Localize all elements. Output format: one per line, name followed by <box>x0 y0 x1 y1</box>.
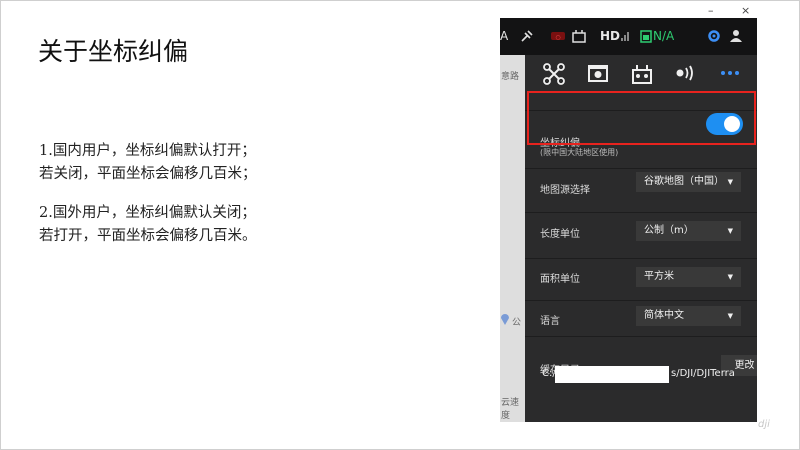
watermark-logo: dji <box>758 419 770 430</box>
cache-path-prefix: C:/ <box>542 368 556 379</box>
toggle-knob <box>724 116 740 132</box>
chevron-down-icon: ▼ <box>727 273 733 281</box>
chevron-down-icon: ▼ <box>727 312 733 320</box>
battery-status: N/A <box>653 29 675 43</box>
slide-title: 关于坐标纠偏 <box>38 37 189 66</box>
redaction-mask <box>555 366 669 383</box>
map-poi-label: 公 <box>512 318 522 328</box>
satellite-icon <box>520 29 534 46</box>
setting-row-length-unit: 长度单位 公制（m） ▼ <box>525 212 757 259</box>
length-unit-label: 长度单位 <box>540 229 580 240</box>
note-line: 若打开，平面坐标会偏移几百米。 <box>39 228 257 244</box>
area-unit-select[interactable]: 平方米 ▼ <box>636 267 741 287</box>
status-bar: A ○ HD N/A <box>500 18 757 55</box>
coord-correction-toggle[interactable] <box>706 113 743 135</box>
coord-correction-sublabel: (限中国大陆地区使用) <box>540 148 619 157</box>
slide-notes: 1.国内用户，坐标纠偏默认打开； 若关闭，平面坐标会偏移几百米； 2.国外用户，… <box>39 140 257 248</box>
battery-icon <box>639 29 653 46</box>
chevron-down-icon: ▼ <box>727 178 733 186</box>
close-icon[interactable]: × <box>741 4 750 17</box>
remote-controller-icon <box>572 29 586 46</box>
map-source-select[interactable]: 谷歌地图（中国） ▼ <box>636 172 741 192</box>
transmission-signal-icon[interactable] <box>673 63 699 87</box>
person-icon[interactable] <box>729 29 743 46</box>
map-bottom-label: 云速度 <box>501 398 520 421</box>
note-line: 若关闭，平面坐标会偏移几百米； <box>39 166 257 182</box>
gear-icon[interactable] <box>707 29 721 46</box>
setting-row-map-source: 地图源选择 谷歌地图（中国） ▼ <box>525 168 757 213</box>
remote-controller-icon[interactable] <box>629 63 655 87</box>
area-unit-label: 面积单位 <box>540 274 580 285</box>
map-view[interactable]: 意路 公 云速度 <box>500 55 525 422</box>
note-line: 1.国内用户，坐标纠偏默认打开； <box>39 143 256 159</box>
svg-text:○: ○ <box>555 34 560 41</box>
app-screenshot: A ○ HD N/A 意路 公 云速度 坐标纠偏 (限中国大陆地区使用) 地图源… <box>500 18 757 422</box>
camera-icon[interactable] <box>585 63 611 87</box>
settings-tabbar <box>525 55 757 95</box>
cache-path-suffix: s/DJI/DJITerra <box>671 368 735 379</box>
setting-row-area-unit: 面积单位 平方米 ▼ <box>525 258 757 301</box>
setting-row-language: 语言 简体中文 ▼ <box>525 300 757 337</box>
status-fragment: A <box>500 29 509 43</box>
area-unit-value: 平方米 <box>644 271 674 282</box>
drone-icon[interactable] <box>541 63 567 87</box>
map-road-label: 意路 <box>501 72 520 82</box>
language-select[interactable]: 简体中文 ▼ <box>636 306 741 326</box>
length-unit-value: 公制（m） <box>644 225 694 236</box>
signal-bars-icon <box>621 29 631 44</box>
no-gps-icon: ○ <box>550 29 566 46</box>
chevron-down-icon: ▼ <box>727 227 733 235</box>
note-line: 2.国外用户，坐标纠偏默认关闭； <box>39 205 256 221</box>
length-unit-select[interactable]: 公制（m） ▼ <box>636 221 741 241</box>
more-icon[interactable] <box>717 63 743 87</box>
map-poi-pin-icon <box>500 313 510 328</box>
map-source-value: 谷歌地图（中国） <box>644 176 724 187</box>
hd-label: HD <box>600 29 621 43</box>
minimize-icon[interactable]: – <box>708 4 714 17</box>
language-label: 语言 <box>540 316 560 327</box>
language-value: 简体中文 <box>644 310 684 321</box>
map-source-label: 地图源选择 <box>540 185 590 196</box>
